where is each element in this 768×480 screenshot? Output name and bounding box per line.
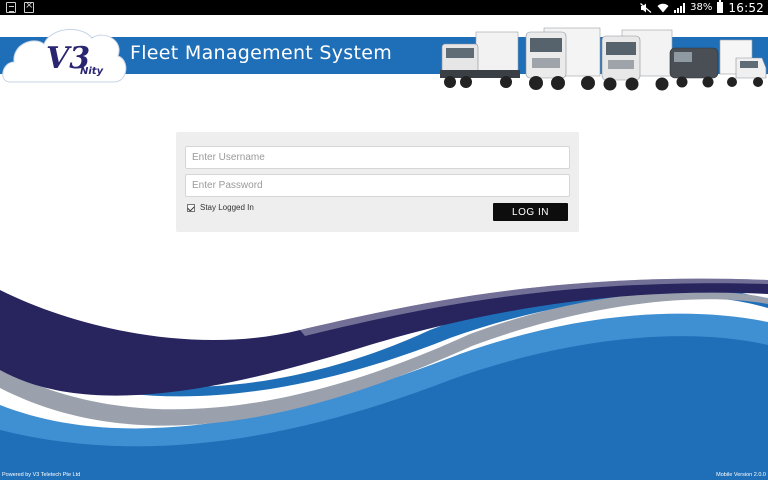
close-box-icon: [24, 0, 34, 13]
wifi-icon: [657, 3, 669, 12]
stay-logged-in-label: Stay Logged In: [200, 203, 254, 212]
battery-icon: [717, 0, 724, 13]
clock: 16:52: [728, 0, 764, 15]
logo-subtext: Nity: [80, 66, 104, 77]
version-text: Mobile Version 2.0.0: [716, 472, 766, 478]
company-logo: V3 Nity: [2, 28, 127, 83]
login-screen: 38% 16:52 V3 Nity Fleet Management Syste…: [0, 0, 768, 480]
truck-image: [525, 27, 601, 90]
decorative-swoosh: [0, 278, 768, 480]
app-title: Fleet Management System: [130, 42, 393, 64]
signal-icon: [674, 2, 686, 13]
stay-logged-in-option[interactable]: Stay Logged In: [187, 203, 254, 212]
van-image: [669, 47, 719, 88]
stay-logged-in-checkbox[interactable]: [187, 203, 195, 212]
document-icon: [6, 2, 16, 13]
username-field[interactable]: [185, 146, 570, 169]
login-panel: Stay Logged In LOG IN: [176, 132, 579, 232]
truck-image: [601, 29, 673, 91]
mute-icon: [640, 2, 652, 13]
login-button[interactable]: LOG IN: [493, 203, 568, 221]
truck-image: [440, 31, 520, 88]
status-bar: 38% 16:52: [0, 0, 768, 15]
battery-percent: 38%: [690, 2, 713, 13]
truck-image: [719, 39, 767, 87]
system-icons: 38% 16:52: [640, 0, 764, 15]
password-field[interactable]: [185, 174, 570, 197]
powered-by-text: Powered by V3 Teletech Pte Ltd: [2, 472, 81, 478]
notification-icons: [6, 0, 34, 13]
trucks-illustration: [440, 27, 767, 91]
